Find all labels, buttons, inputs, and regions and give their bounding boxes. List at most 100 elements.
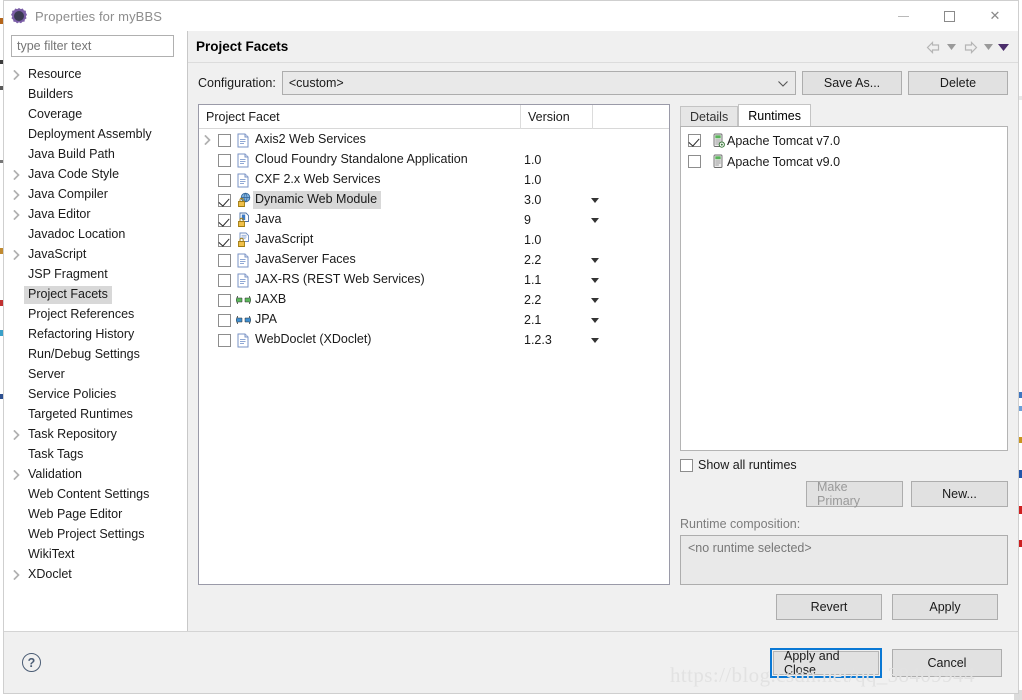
minimize-button[interactable]	[880, 1, 926, 31]
version-chevron-down-icon[interactable]	[583, 277, 607, 283]
facet-checkbox[interactable]	[215, 273, 233, 287]
filter-input[interactable]	[11, 35, 174, 57]
chevron-right-icon[interactable]	[8, 210, 24, 220]
chevron-right-icon[interactable]	[8, 190, 24, 200]
facet-row[interactable]: Axis2 Web Services	[199, 130, 669, 150]
sidebar-item-validation[interactable]: Validation	[4, 465, 187, 485]
facet-row[interactable]: WebDoclet (XDoclet) 1.2.3	[199, 330, 669, 350]
sidebar-item-service-policies[interactable]: Service Policies	[4, 385, 187, 405]
arrow-left-icon[interactable]	[923, 40, 943, 54]
sidebar-item-xdoclet[interactable]: XDoclet	[4, 565, 187, 585]
sidebar-item-wikitext[interactable]: WikiText	[4, 545, 187, 565]
facet-version: 9	[524, 213, 531, 227]
save-as-button[interactable]: Save As...	[802, 71, 902, 95]
chevron-right-icon[interactable]	[8, 570, 24, 580]
configuration-select[interactable]: <custom>	[281, 71, 796, 95]
cancel-button[interactable]: Cancel	[892, 648, 1002, 677]
facet-checkbox[interactable]	[215, 313, 233, 327]
facet-checkbox[interactable]	[215, 153, 233, 167]
delete-button[interactable]: Delete	[908, 71, 1008, 95]
column-header-version[interactable]: Version	[521, 104, 593, 129]
version-chevron-down-icon[interactable]	[583, 317, 607, 323]
sidebar-item-refactoring-history[interactable]: Refactoring History	[4, 325, 187, 345]
facet-checkbox[interactable]	[215, 193, 233, 207]
sidebar-item-java-compiler[interactable]: Java Compiler	[4, 185, 187, 205]
server-target-icon	[709, 133, 727, 148]
sidebar-item-server[interactable]: Server	[4, 365, 187, 385]
view-menu-caret-icon[interactable]	[997, 43, 1010, 51]
javascript-locked-icon	[233, 232, 253, 248]
back-history-chevron-down-icon[interactable]	[945, 44, 958, 50]
sidebar-item-coverage[interactable]: Coverage	[4, 105, 187, 125]
version-chevron-down-icon[interactable]	[583, 197, 607, 203]
apply-button[interactable]: Apply	[892, 594, 998, 620]
runtime-checkbox[interactable]	[688, 134, 709, 147]
version-chevron-down-icon[interactable]	[583, 217, 607, 223]
sidebar-item-builders[interactable]: Builders	[4, 85, 187, 105]
facet-row[interactable]: Dynamic Web Module 3.0	[199, 190, 669, 210]
facet-row[interactable]: Java 9	[199, 210, 669, 230]
facet-row[interactable]: JAXB 2.2	[199, 290, 669, 310]
maximize-button[interactable]	[926, 1, 972, 31]
make-primary-button[interactable]: Make Primary	[806, 480, 903, 508]
facet-checkbox[interactable]	[215, 253, 233, 267]
sidebar-item-java-code-style[interactable]: Java Code Style	[4, 165, 187, 185]
apply-and-close-button[interactable]: Apply and Close	[773, 649, 879, 677]
sidebar-item-javascript[interactable]: JavaScript	[4, 245, 187, 265]
facet-row[interactable]: JavaServer Faces 2.2	[199, 250, 669, 270]
chevron-right-icon[interactable]	[8, 470, 24, 480]
sidebar-item-web-project-settings[interactable]: Web Project Settings	[4, 525, 187, 545]
close-button[interactable]: ✕	[972, 1, 1018, 31]
forward-history-chevron-down-icon[interactable]	[982, 44, 995, 50]
facet-row[interactable]: JavaScript 1.0	[199, 230, 669, 250]
sidebar-item-project-references[interactable]: Project References	[4, 305, 187, 325]
chevron-right-icon[interactable]	[8, 70, 24, 80]
sidebar-item-java-editor[interactable]: Java Editor	[4, 205, 187, 225]
facet-checkbox[interactable]	[215, 173, 233, 187]
facet-row[interactable]: Cloud Foundry Standalone Application 1.0	[199, 150, 669, 170]
sidebar-item-java-build-path[interactable]: Java Build Path	[4, 145, 187, 165]
facet-row[interactable]: JPA 2.1	[199, 310, 669, 330]
facet-checkbox[interactable]	[215, 333, 233, 347]
runtime-row[interactable]: Apache Tomcat v9.0	[681, 151, 1007, 172]
sidebar-item-deployment-assembly[interactable]: Deployment Assembly	[4, 125, 187, 145]
sidebar-item-targeted-runtimes[interactable]: Targeted Runtimes	[4, 405, 187, 425]
facet-checkbox[interactable]	[215, 133, 233, 147]
chevron-right-icon[interactable]	[8, 170, 24, 180]
facet-row[interactable]: CXF 2.x Web Services 1.0	[199, 170, 669, 190]
sidebar-item-task-tags[interactable]: Task Tags	[4, 445, 187, 465]
tab-runtimes[interactable]: Runtimes	[738, 104, 812, 126]
tab-details[interactable]: Details	[680, 106, 739, 126]
new-runtime-button[interactable]: New...	[911, 481, 1008, 507]
sidebar-item-javadoc-location[interactable]: Javadoc Location	[4, 225, 187, 245]
version-chevron-down-icon[interactable]	[583, 297, 607, 303]
version-chevron-down-icon[interactable]	[583, 257, 607, 263]
sidebar-item-label: Web Content Settings	[28, 487, 150, 501]
help-icon[interactable]: ?	[22, 653, 41, 672]
runtime-row[interactable]: Apache Tomcat v7.0	[681, 130, 1007, 151]
sidebar-item-project-facets[interactable]: Project Facets	[4, 285, 187, 305]
revert-button[interactable]: Revert	[776, 594, 882, 620]
facet-checkbox[interactable]	[215, 213, 233, 227]
column-header-project-facet[interactable]: Project Facet	[199, 104, 521, 129]
project-facet-table: Project Facet Version Axis2 Web Services…	[198, 104, 670, 585]
sidebar-item-web-content-settings[interactable]: Web Content Settings	[4, 485, 187, 505]
facet-checkbox[interactable]	[215, 293, 233, 307]
chevron-right-icon[interactable]	[8, 430, 24, 440]
show-all-runtimes-checkbox[interactable]	[680, 458, 693, 472]
arrow-right-icon[interactable]	[960, 40, 980, 54]
version-chevron-down-icon[interactable]	[583, 337, 607, 343]
chevron-right-icon[interactable]	[8, 250, 24, 260]
sidebar-item-task-repository[interactable]: Task Repository	[4, 425, 187, 445]
facet-checkbox[interactable]	[215, 233, 233, 247]
runtime-checkbox[interactable]	[688, 155, 709, 168]
runtime-buttons: Make Primary New...	[680, 480, 1008, 508]
sidebar-item-resource[interactable]: Resource	[4, 65, 187, 85]
show-all-runtimes-row[interactable]: Show all runtimes	[680, 458, 1008, 472]
sidebar-item-run-debug-settings[interactable]: Run/Debug Settings	[4, 345, 187, 365]
chevron-right-icon[interactable]	[199, 135, 215, 145]
page-header: Project Facets	[188, 31, 1018, 63]
facet-row[interactable]: JAX-RS (REST Web Services) 1.1	[199, 270, 669, 290]
sidebar-item-jsp-fragment[interactable]: JSP Fragment	[4, 265, 187, 285]
sidebar-item-web-page-editor[interactable]: Web Page Editor	[4, 505, 187, 525]
